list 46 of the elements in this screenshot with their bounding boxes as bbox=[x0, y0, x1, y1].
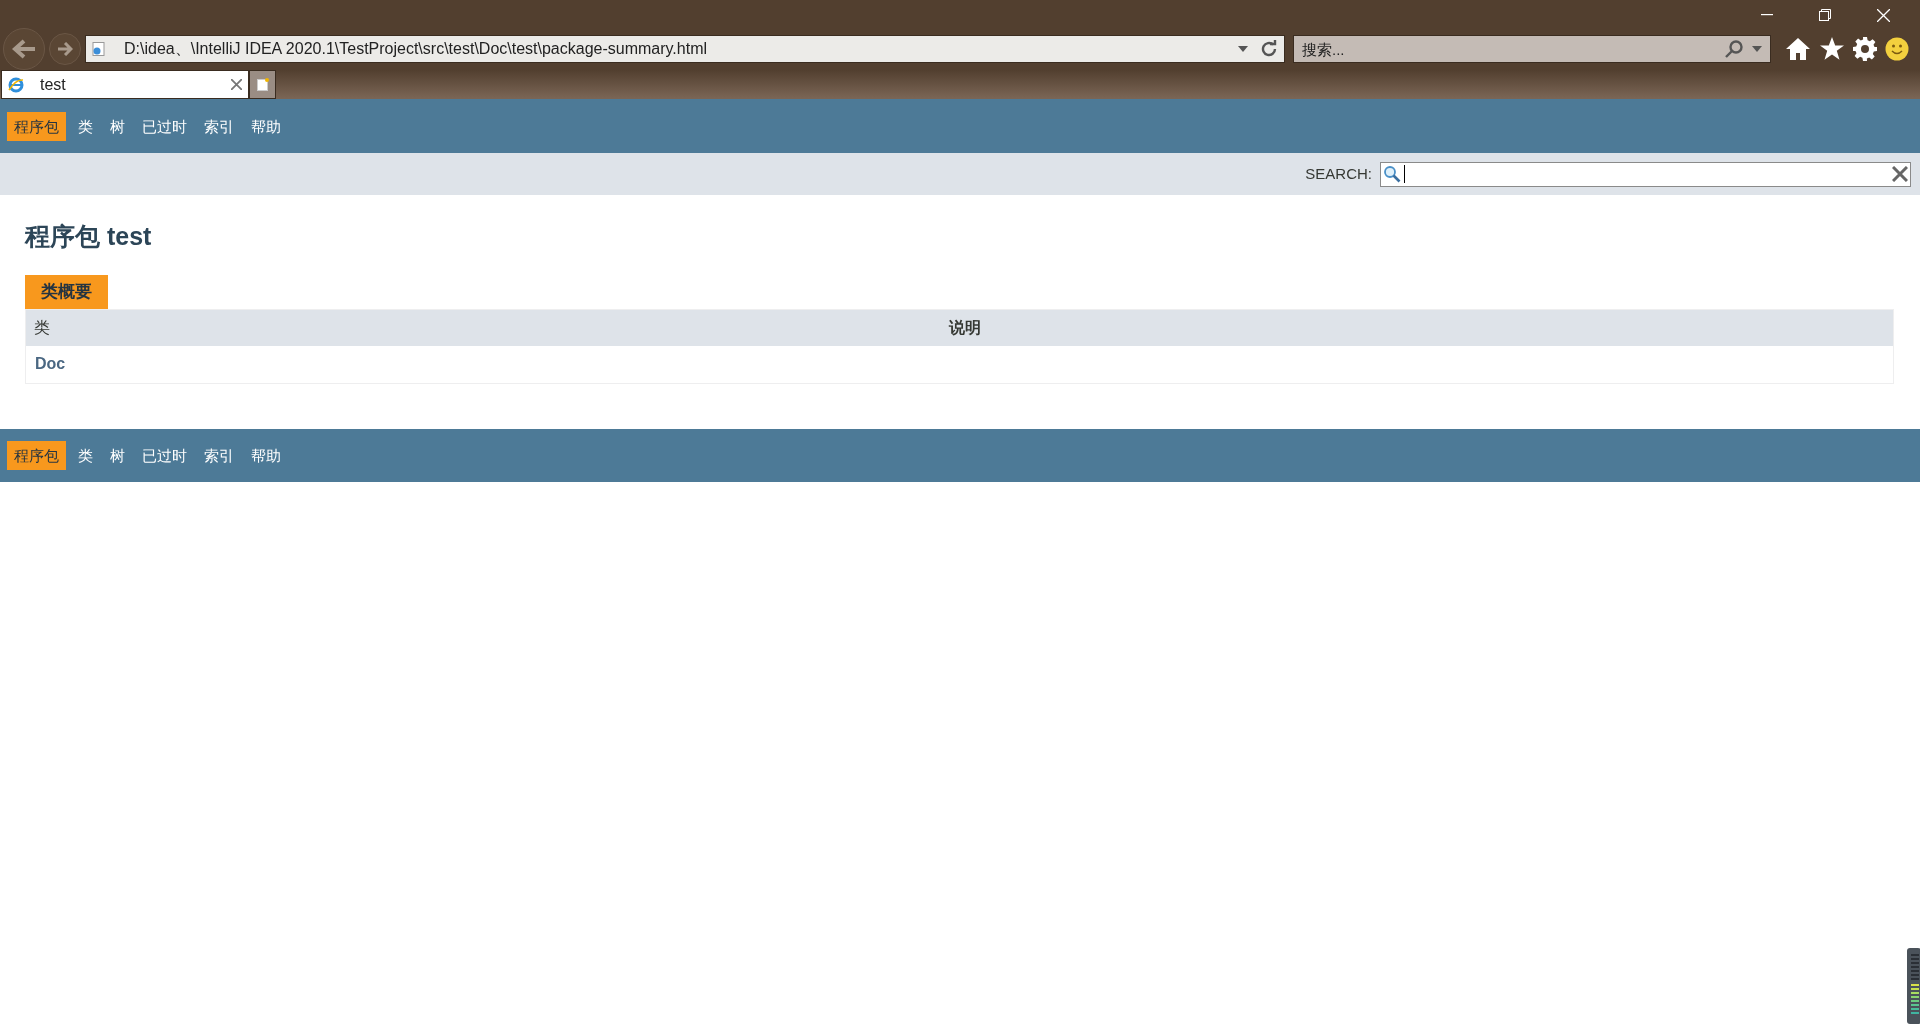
nav-link[interactable]: 类 bbox=[73, 111, 98, 141]
forward-button[interactable] bbox=[49, 33, 81, 65]
dropdown-caret-icon[interactable] bbox=[1238, 46, 1248, 52]
nav-link[interactable]: 类 bbox=[73, 441, 98, 470]
back-button[interactable] bbox=[3, 28, 45, 70]
nav-link[interactable]: 程序包 bbox=[7, 111, 66, 141]
dropdown-caret-icon[interactable] bbox=[1752, 46, 1762, 52]
new-tab-button[interactable] bbox=[249, 70, 276, 99]
home-icon[interactable] bbox=[1785, 37, 1811, 61]
settings-icon[interactable] bbox=[1853, 37, 1877, 61]
browser-search-field[interactable]: 搜索... bbox=[1293, 35, 1771, 63]
page-icon bbox=[92, 42, 106, 56]
smiley-icon[interactable] bbox=[1885, 37, 1909, 61]
nav-link[interactable]: 帮助 bbox=[246, 441, 286, 470]
nav-link[interactable]: 已过时 bbox=[137, 441, 192, 470]
search-icon[interactable] bbox=[1725, 40, 1743, 58]
new-tab-icon bbox=[256, 78, 269, 91]
column-header: 说明 bbox=[940, 309, 1894, 346]
star-icon[interactable] bbox=[1819, 37, 1845, 61]
address-text: D:\idea、\IntelliJ IDEA 2020.1\TestProject\src\test\Doc\test\package-summary.html bbox=[124, 39, 708, 59]
minimize-icon bbox=[1761, 14, 1773, 16]
nav-link[interactable]: 树 bbox=[105, 441, 130, 470]
search-field[interactable] bbox=[1380, 161, 1911, 187]
nav-link[interactable]: 程序包 bbox=[7, 441, 66, 470]
column-header: 类 bbox=[25, 309, 941, 346]
nav-link[interactable]: 已过时 bbox=[137, 111, 192, 141]
nav-link[interactable]: 索引 bbox=[199, 441, 239, 470]
refresh-icon[interactable] bbox=[1260, 40, 1278, 58]
close-icon[interactable] bbox=[231, 79, 242, 90]
forward-arrow-icon bbox=[57, 42, 73, 56]
restore-icon bbox=[1819, 9, 1831, 21]
tab-title: test bbox=[40, 74, 67, 95]
close-icon bbox=[1876, 8, 1890, 22]
browser-logo-icon bbox=[8, 76, 24, 93]
browser-tab[interactable]: test bbox=[1, 70, 249, 99]
class-link[interactable]: Doc bbox=[35, 355, 66, 373]
clear-icon[interactable] bbox=[1892, 166, 1908, 182]
nav-link[interactable]: 索引 bbox=[199, 111, 239, 141]
page-title: 程序包 test bbox=[25, 221, 153, 251]
nav-link[interactable]: 帮助 bbox=[246, 111, 286, 141]
search-icon bbox=[1383, 165, 1401, 183]
nav-link[interactable]: 树 bbox=[105, 111, 130, 141]
address-bar[interactable]: D:\idea、\IntelliJ IDEA 2020.1\TestProject\src\test\Doc\test\package-summary.html bbox=[85, 35, 1285, 63]
text-cursor bbox=[1404, 165, 1405, 183]
back-arrow-icon bbox=[12, 39, 36, 59]
search-label: SEARCH: bbox=[1305, 163, 1372, 184]
